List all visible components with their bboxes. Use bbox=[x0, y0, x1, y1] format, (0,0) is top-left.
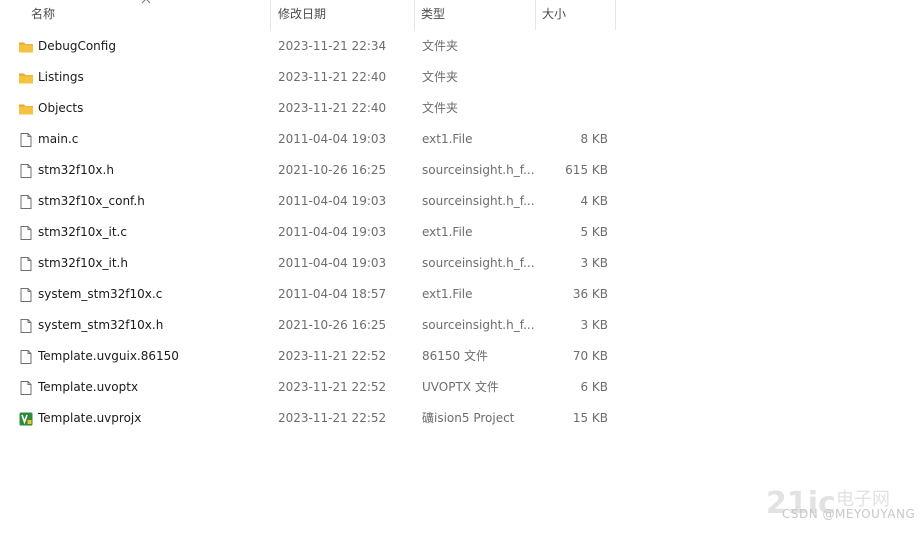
file-date: 2011-04-04 19:03 bbox=[278, 132, 387, 146]
file-name: stm32f10x_conf.h bbox=[38, 194, 145, 208]
file-row[interactable]: stm32f10x_conf.h 2011-04-04 19:03 source… bbox=[0, 186, 616, 217]
watermark: 21ic 电子网 CSDN @MEYOUYANG bbox=[764, 485, 916, 525]
folder-icon bbox=[19, 42, 33, 53]
watermark-text: CSDN @MEYOUYANG bbox=[782, 507, 916, 521]
sort-up-icon bbox=[141, 0, 151, 4]
file-name: stm32f10x_it.c bbox=[38, 225, 127, 239]
file-icon bbox=[20, 257, 32, 271]
file-explorer: 名称 修改日期 类型 大小 DebugConfig 2023-11-21 22:… bbox=[0, 0, 922, 533]
file-date: 2023-11-21 22:52 bbox=[278, 349, 387, 363]
file-name: system_stm32f10x.h bbox=[38, 318, 164, 332]
file-row[interactable]: Objects 2023-11-21 22:40 文件夹 bbox=[0, 93, 616, 124]
uvision-project-icon bbox=[19, 412, 33, 426]
file-type: sourceinsight.h_f... bbox=[422, 163, 535, 177]
file-date: 2011-04-04 18:57 bbox=[278, 287, 387, 301]
file-row[interactable]: DebugConfig 2023-11-21 22:34 文件夹 bbox=[0, 31, 616, 62]
file-row[interactable]: stm32f10x_it.c 2011-04-04 19:03 ext1.Fil… bbox=[0, 217, 616, 248]
file-type: 文件夹 bbox=[422, 70, 459, 84]
file-type: 文件夹 bbox=[422, 101, 459, 115]
file-icon bbox=[20, 319, 32, 333]
file-date: 2023-11-21 22:40 bbox=[278, 70, 387, 84]
file-icon bbox=[20, 226, 32, 240]
file-size: 36 KB bbox=[572, 287, 608, 301]
file-name: Template.uvprojx bbox=[38, 411, 142, 425]
file-date: 2011-04-04 19:03 bbox=[278, 194, 387, 208]
file-icon bbox=[20, 288, 32, 302]
file-date: 2023-11-21 22:40 bbox=[278, 101, 387, 115]
file-row[interactable]: Listings 2023-11-21 22:40 文件夹 bbox=[0, 62, 616, 93]
file-icon bbox=[20, 195, 32, 209]
folder-icon bbox=[19, 104, 33, 115]
file-date: 2011-04-04 19:03 bbox=[278, 256, 387, 270]
file-size: 8 KB bbox=[580, 132, 608, 146]
column-header-type[interactable]: 类型 bbox=[415, 0, 536, 30]
file-type: sourceinsight.h_f... bbox=[422, 256, 535, 270]
file-row[interactable]: Template.uvprojx 2023-11-21 22:52 礦ision… bbox=[0, 403, 616, 434]
file-type: sourceinsight.h_f... bbox=[422, 318, 535, 332]
file-date: 2021-10-26 16:25 bbox=[278, 163, 387, 177]
file-date: 2021-10-26 16:25 bbox=[278, 318, 387, 332]
file-type: UVOPTX 文件 bbox=[422, 380, 499, 394]
file-type: sourceinsight.h_f... bbox=[422, 194, 535, 208]
column-header-name[interactable]: 名称 bbox=[0, 0, 271, 30]
file-size: 6 KB bbox=[580, 380, 608, 394]
file-list: DebugConfig 2023-11-21 22:34 文件夹 Listing… bbox=[0, 31, 616, 434]
file-type: 文件夹 bbox=[422, 39, 459, 53]
file-size: 15 KB bbox=[572, 411, 608, 425]
file-row[interactable]: stm32f10x.h 2021-10-26 16:25 sourceinsig… bbox=[0, 155, 616, 186]
file-name: system_stm32f10x.c bbox=[38, 287, 163, 301]
file-name: Template.uvoptx bbox=[38, 380, 139, 394]
file-name: main.c bbox=[38, 132, 79, 146]
file-icon bbox=[20, 164, 32, 178]
file-type: ext1.File bbox=[422, 287, 473, 301]
file-row[interactable]: Template.uvoptx 2023-11-21 22:52 UVOPTX … bbox=[0, 372, 616, 403]
file-icon bbox=[20, 350, 32, 364]
file-name: stm32f10x.h bbox=[38, 163, 114, 177]
file-size: 3 KB bbox=[580, 256, 608, 270]
column-header: 名称 修改日期 类型 大小 bbox=[0, 0, 616, 30]
column-header-name-label: 名称 bbox=[31, 7, 56, 21]
file-date: 2023-11-21 22:52 bbox=[278, 380, 387, 394]
column-header-size[interactable]: 大小 bbox=[536, 0, 616, 30]
file-size: 5 KB bbox=[580, 225, 608, 239]
file-row[interactable]: system_stm32f10x.h 2021-10-26 16:25 sour… bbox=[0, 310, 616, 341]
file-size: 70 KB bbox=[572, 349, 608, 363]
file-date: 2011-04-04 19:03 bbox=[278, 225, 387, 239]
file-date: 2023-11-21 22:52 bbox=[278, 411, 387, 425]
file-type: ext1.File bbox=[422, 225, 473, 239]
file-icon bbox=[20, 133, 32, 147]
file-name: DebugConfig bbox=[38, 39, 116, 53]
file-type: ext1.File bbox=[422, 132, 473, 146]
file-row[interactable]: stm32f10x_it.h 2011-04-04 19:03 sourcein… bbox=[0, 248, 616, 279]
file-size: 615 KB bbox=[565, 163, 608, 177]
file-size: 3 KB bbox=[580, 318, 608, 332]
column-header-size-label: 大小 bbox=[542, 7, 567, 21]
folder-icon bbox=[19, 73, 33, 84]
file-icon bbox=[20, 381, 32, 395]
file-row[interactable]: Template.uvguix.86150 2023-11-21 22:52 8… bbox=[0, 341, 616, 372]
column-header-type-label: 类型 bbox=[421, 7, 446, 21]
file-row[interactable]: system_stm32f10x.c 2011-04-04 18:57 ext1… bbox=[0, 279, 616, 310]
file-name: Objects bbox=[38, 101, 84, 115]
column-header-date[interactable]: 修改日期 bbox=[271, 0, 415, 30]
file-type: 86150 文件 bbox=[422, 349, 488, 363]
column-header-date-label: 修改日期 bbox=[278, 7, 327, 21]
file-row[interactable]: main.c 2011-04-04 19:03 ext1.File 8 KB bbox=[0, 124, 616, 155]
file-size: 4 KB bbox=[580, 194, 608, 208]
file-type: 礦ision5 Project bbox=[422, 411, 515, 425]
file-date: 2023-11-21 22:34 bbox=[278, 39, 387, 53]
file-name: stm32f10x_it.h bbox=[38, 256, 128, 270]
file-name: Listings bbox=[38, 70, 84, 84]
file-name: Template.uvguix.86150 bbox=[38, 349, 179, 363]
